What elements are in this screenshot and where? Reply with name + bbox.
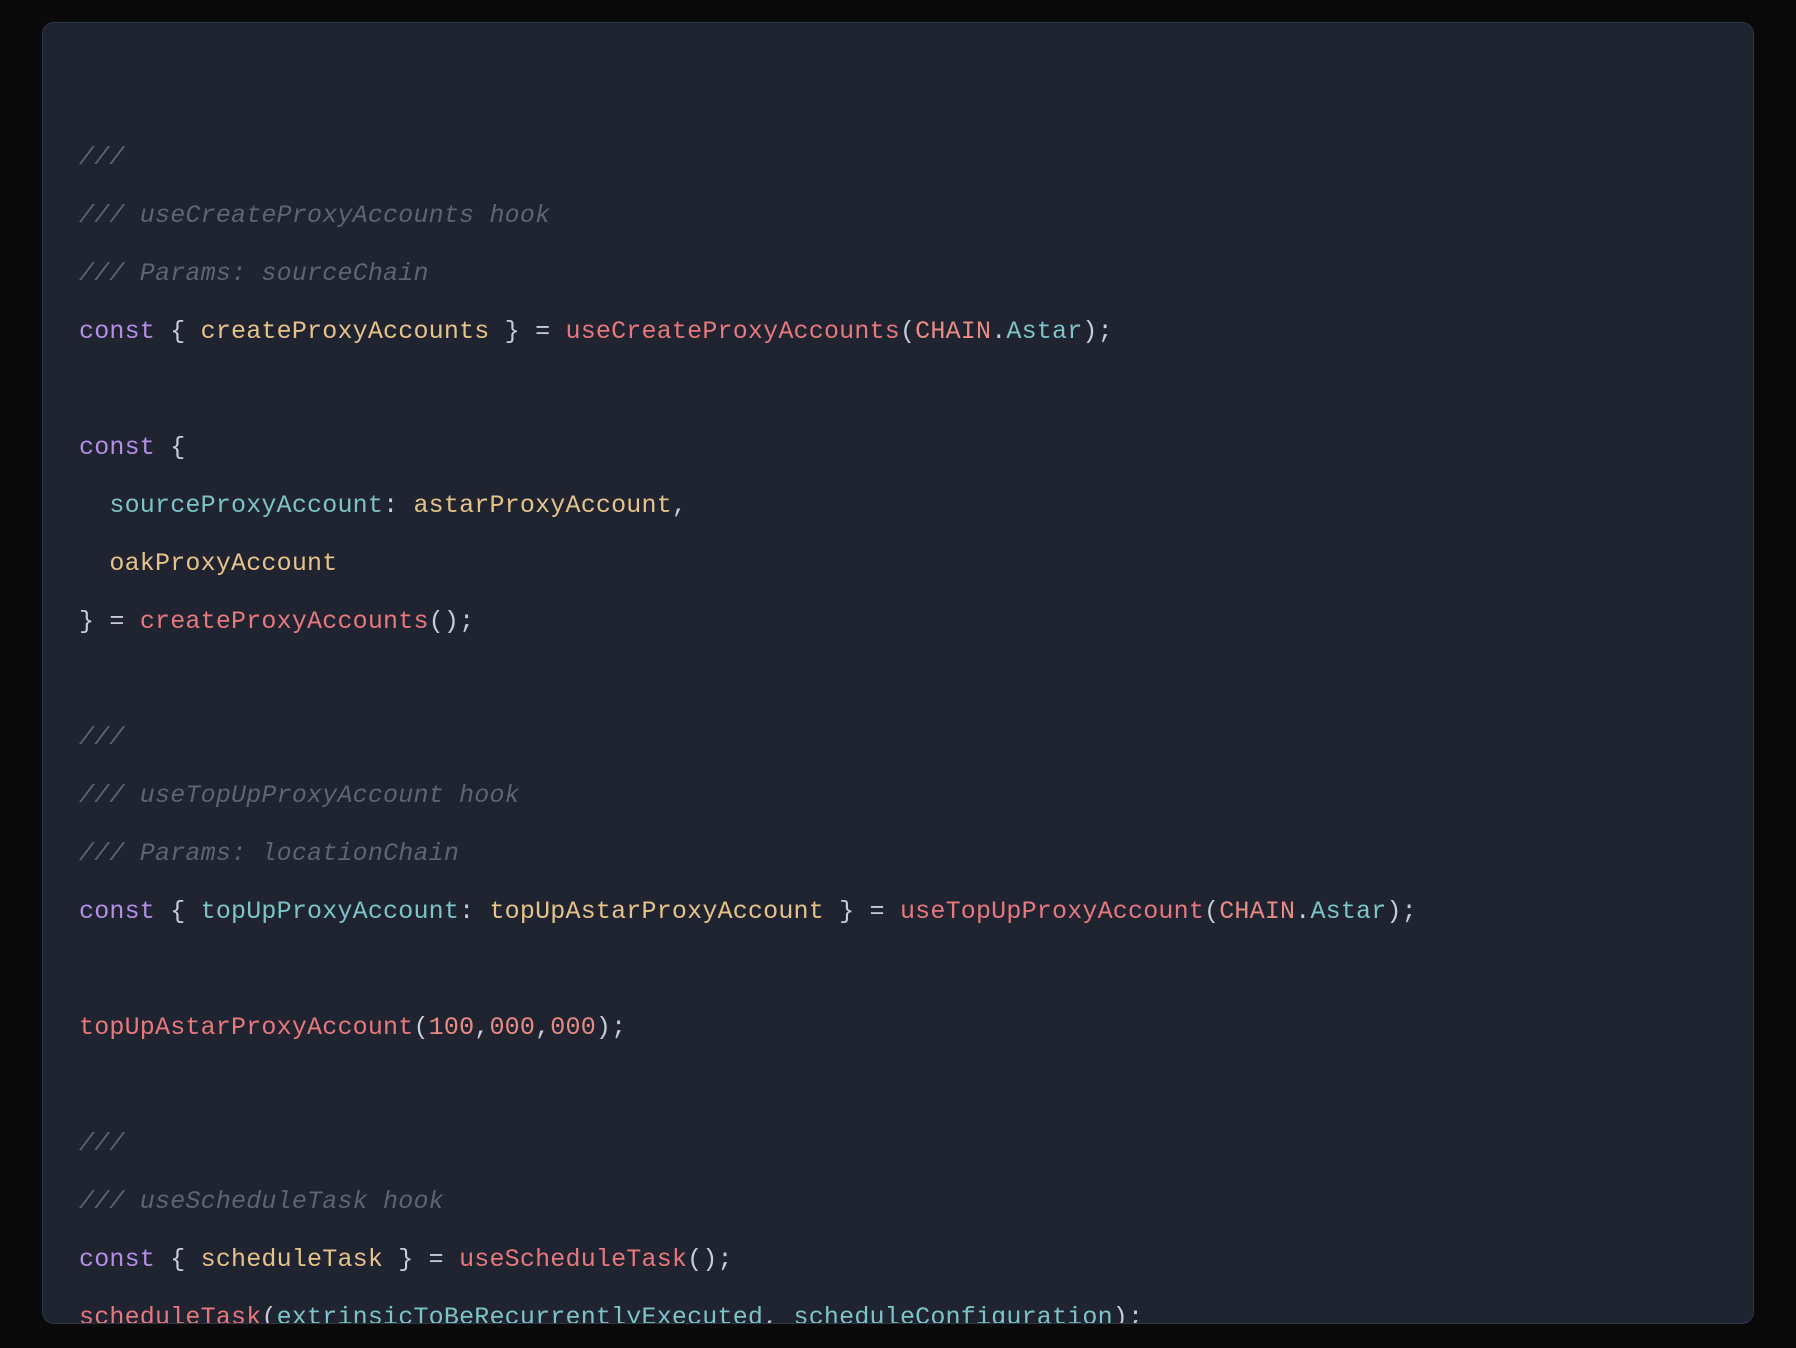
code-line: /// useTopUpProxyAccount hook [79, 781, 520, 810]
code-token: sourceProxyAccount [109, 491, 383, 520]
code-token: { [155, 433, 185, 462]
code-token: : [459, 897, 489, 926]
code-token: (); [687, 1245, 733, 1274]
code-token: { [155, 897, 201, 926]
code-token: ); [1113, 1303, 1143, 1324]
code-token: { [155, 317, 201, 346]
code-token: , [672, 491, 687, 520]
code-token: const [79, 433, 155, 462]
code-token: Astar [1006, 317, 1082, 346]
code-token: topUpAstarProxyAccount [79, 1013, 413, 1042]
code-line: /// [79, 723, 125, 752]
code-token: extrinsicToBeRecurrentlyExecuted [277, 1303, 763, 1324]
code-token: 000 [550, 1013, 596, 1042]
code-token: scheduleTask [79, 1303, 261, 1324]
code-token: : [383, 491, 413, 520]
code-token: ( [900, 317, 915, 346]
code-token: createProxyAccounts [201, 317, 490, 346]
code-token: scheduleTask [201, 1245, 383, 1274]
code-line: /// useScheduleTask hook [79, 1187, 444, 1216]
code-token: } = [79, 607, 140, 636]
code-line: /// Params: sourceChain [79, 259, 429, 288]
code-token: const [79, 317, 155, 346]
code-token: useTopUpProxyAccount [900, 897, 1204, 926]
code-token: useCreateProxyAccounts [566, 317, 900, 346]
code-token: } = [489, 317, 565, 346]
code-token: } = [824, 897, 900, 926]
code-token: astarProxyAccount [413, 491, 671, 520]
code-line: /// [79, 143, 125, 172]
code-token: oakProxyAccount [109, 549, 337, 578]
code-token: { [155, 1245, 201, 1274]
code-token: CHAIN [1219, 897, 1295, 926]
code-token: ); [1082, 317, 1112, 346]
code-line: /// Params: locationChain [79, 839, 459, 868]
code-token: , [763, 1303, 793, 1324]
code-token: const [79, 1245, 155, 1274]
code-token: ); [1386, 897, 1416, 926]
code-token: topUpAstarProxyAccount [489, 897, 823, 926]
code-token [79, 549, 109, 578]
code-token: 000 [489, 1013, 535, 1042]
code-token: , [474, 1013, 489, 1042]
code-token: } = [383, 1245, 459, 1274]
code-token: createProxyAccounts [140, 607, 429, 636]
code-token: CHAIN [915, 317, 991, 346]
code-token [79, 491, 109, 520]
code-token: scheduleConfiguration [794, 1303, 1113, 1324]
code-token: ( [261, 1303, 276, 1324]
code-token: ( [1204, 897, 1219, 926]
code-token: const [79, 897, 155, 926]
code-token: 100 [429, 1013, 475, 1042]
code-token: Astar [1310, 897, 1386, 926]
code-token: (); [429, 607, 475, 636]
code-token: ( [413, 1013, 428, 1042]
code-token: ); [596, 1013, 626, 1042]
code-token: topUpProxyAccount [201, 897, 459, 926]
code-line: /// useCreateProxyAccounts hook [79, 201, 550, 230]
code-token: . [991, 317, 1006, 346]
code-token: , [535, 1013, 550, 1042]
code-block: /// /// useCreateProxyAccounts hook /// … [42, 22, 1754, 1324]
code-line: /// [79, 1129, 125, 1158]
code-token: useScheduleTask [459, 1245, 687, 1274]
code-token: . [1295, 897, 1310, 926]
